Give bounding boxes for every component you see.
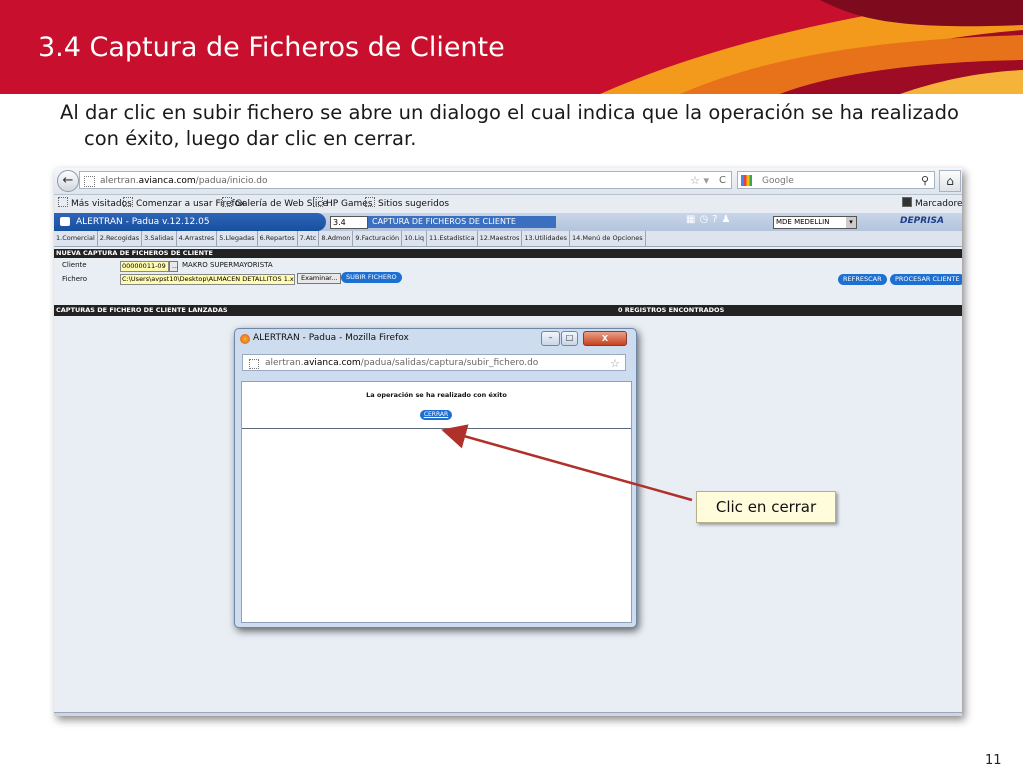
cerrar-button[interactable]: CERRAR <box>420 410 452 420</box>
slide-title: 3.4 Captura de Ficheros de Cliente <box>38 32 505 63</box>
app-logo-icon <box>60 217 70 226</box>
search-placeholder: Google <box>762 176 794 186</box>
bookmark-star-icon[interactable]: ☆ ▾ <box>690 172 709 190</box>
status-bar <box>54 712 962 716</box>
app-toolbar-icons[interactable]: ▦◷?♟ <box>686 214 734 225</box>
url-domain: avianca.com <box>138 176 196 186</box>
procesar-cliente-button[interactable]: PROCESAR CLIENTE <box>890 274 962 285</box>
menu-item[interactable]: 11.Estadística <box>427 231 478 246</box>
window-close-icon[interactable]: X <box>583 331 627 346</box>
menu-item[interactable]: 8.Admon <box>319 231 354 246</box>
magnifier-icon[interactable]: ⚲ <box>921 172 929 190</box>
site-select[interactable]: MDE MEDELLIN ▾ <box>773 216 857 229</box>
popup-content: La operación se ha realizado con éxito C… <box>241 381 632 623</box>
page-number: 11 <box>985 753 1002 768</box>
bookmark-icon <box>222 197 232 207</box>
popup-address-bar[interactable]: alertran.avianca.com/padua/salidas/captu… <box>242 354 626 371</box>
back-arrow-icon[interactable]: ← <box>57 170 79 192</box>
minimize-icon[interactable]: – <box>541 331 560 346</box>
menu-item[interactable]: 5.Llegadas <box>217 231 258 246</box>
bookmark-star-icon[interactable]: ☆ <box>610 355 620 372</box>
bookmark-icon <box>365 197 375 207</box>
menu-item[interactable]: 4.Arrastres <box>177 231 218 246</box>
refrescar-button[interactable]: REFRESCAR <box>838 274 887 285</box>
bookmarks-toolbar: Más visitados Comenzar a usar Firefox Ga… <box>54 195 962 213</box>
bookmarks-menu-icon <box>902 197 912 207</box>
menu-item[interactable]: 1.Comercial <box>54 231 98 246</box>
popup-url-path: /padua/salidas/captura/subir_fichero.do <box>360 358 539 368</box>
menu-item[interactable]: 13.Utilidades <box>522 231 571 246</box>
module-name: CAPTURA DE FICHEROS DE CLIENTE <box>368 216 556 228</box>
launched-captures-header: CAPTURAS DE FICHERO DE CLIENTE LANZADAS … <box>54 305 962 316</box>
address-bar[interactable]: alertran.avianca.com/padua/inicio.do ☆ ▾… <box>79 171 732 189</box>
reload-icon[interactable]: C <box>719 172 726 190</box>
app-menu-bar: 1.Comercial 2.Recogidas 3.Salidas 4.Arrastr… <box>54 231 962 247</box>
maximize-icon[interactable]: □ <box>561 331 578 346</box>
menu-item[interactable]: 12.Maestros <box>478 231 523 246</box>
bookmark-icon <box>313 197 323 207</box>
popup-divider <box>242 428 631 429</box>
menu-item[interactable]: 6.Repartos <box>258 231 298 246</box>
slide-body-text: Al dar clic en subir fichero se abre un … <box>60 101 959 150</box>
bookmark-icon <box>58 197 68 207</box>
home-icon[interactable]: ⌂ <box>939 170 961 192</box>
bookmark-icon <box>123 197 133 207</box>
new-capture-section-header: NUEVA CAPTURA DE FICHEROS DE CLIENTE <box>54 249 962 258</box>
browser-navbar: ← alertran.avianca.com/padua/inicio.do ☆… <box>54 168 962 195</box>
examinar-button[interactable]: Examinar... <box>297 273 342 284</box>
records-count: 0 REGISTROS ENCONTRADOS <box>618 306 725 314</box>
menu-item[interactable]: 9.Facturación <box>353 231 403 246</box>
success-message: La operación se ha realizado con éxito <box>366 391 507 399</box>
url-path: /padua/inicio.do <box>195 176 268 186</box>
fichero-path-field[interactable]: C:\Users\avpst10\Desktop\ALMACEN DETALLI… <box>120 274 295 285</box>
cliente-lookup-button[interactable]: ... <box>169 261 178 272</box>
callout-label: Clic en cerrar <box>696 491 836 523</box>
chevron-down-icon: ▾ <box>846 217 856 228</box>
site-identity-icon <box>249 359 259 369</box>
subir-fichero-button[interactable]: SUBIR FICHERO <box>341 272 402 283</box>
bookmark-hp-games[interactable]: HP Games <box>313 195 373 213</box>
menu-item[interactable]: 3.Salidas <box>142 231 177 246</box>
url-prefix: alertran. <box>100 176 139 186</box>
fichero-label: Fichero <box>62 275 88 283</box>
app-header: ALERTRAN - Padua v.12.12.05 3.4 CAPTURA … <box>54 213 962 231</box>
menu-item[interactable]: 7.Atc <box>298 231 320 246</box>
popup-title: ALERTRAN - Padua - Mozilla Firefox <box>253 333 409 343</box>
menu-item[interactable]: 2.Recogidas <box>98 231 143 246</box>
firefox-popup-window: ALERTRAN - Padua - Mozilla Firefox □ – X… <box>234 328 637 628</box>
firefox-icon <box>240 334 250 344</box>
search-box[interactable]: Google ⚲ <box>737 171 935 189</box>
bookmarks-menu[interactable]: Marcadores <box>902 195 962 213</box>
bookmark-most-visited[interactable]: Más visitados <box>58 195 132 213</box>
cliente-label: Cliente <box>62 261 87 269</box>
menu-item[interactable]: 14.Menú de Opciones <box>570 231 646 246</box>
bookmark-suggested[interactable]: Sitios sugeridos <box>365 195 449 213</box>
deprisa-logo: DEPRISA <box>900 216 944 226</box>
google-icon <box>741 175 752 186</box>
popup-url-domain: avianca.com <box>303 358 361 368</box>
menu-item[interactable]: 10.Liq <box>402 231 427 246</box>
cliente-name: MAKRO SUPERMAYORISTA <box>182 261 273 269</box>
site-identity-icon <box>84 176 95 187</box>
option-code-input[interactable]: 3.4 <box>330 216 368 229</box>
title-banner: 3.4 Captura de Ficheros de Cliente <box>0 0 1023 94</box>
popup-url-prefix: alertran. <box>265 358 304 368</box>
app-title: ALERTRAN - Padua v.12.12.05 <box>54 213 326 231</box>
cliente-code-field[interactable]: 00000011-09 <box>120 261 169 272</box>
launched-captures-title: CAPTURAS DE FICHERO DE CLIENTE LANZADAS <box>56 306 228 314</box>
